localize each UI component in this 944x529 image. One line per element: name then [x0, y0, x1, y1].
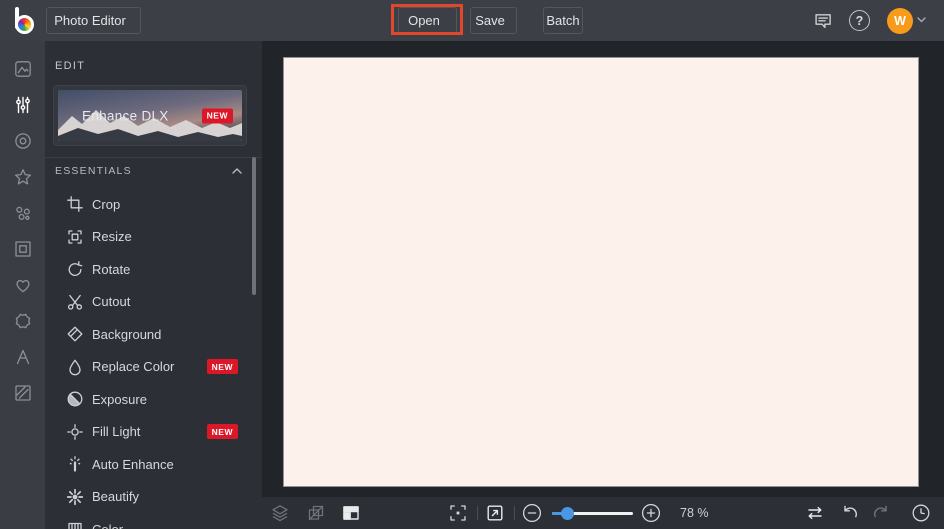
batch-button[interactable]: Batch: [543, 7, 583, 34]
toolbar-divider: [477, 506, 478, 520]
rail-text-icon[interactable]: [0, 339, 45, 375]
cutout-scissors-icon: [66, 293, 84, 311]
top-bar: Photo Editor Open Save Batch ? W: [0, 0, 944, 41]
avatar-chevron-down-icon[interactable]: [917, 17, 926, 23]
item-label: Background: [92, 326, 162, 342]
zoom-in-button[interactable]: [641, 503, 661, 523]
canvas-area: [262, 41, 944, 497]
menu-item-fill-light[interactable]: Fill Light NEW: [45, 416, 262, 449]
image-canvas[interactable]: [283, 57, 919, 487]
color-icon: [66, 520, 84, 529]
crop-icon: [66, 195, 84, 213]
rail-effects-icon[interactable]: [0, 159, 45, 195]
tool-rail: [0, 41, 45, 529]
fill-light-icon: [66, 423, 84, 441]
open-label: Open: [408, 13, 440, 28]
edit-panel: EDIT Enhance DLX NEW ESSENTIALS Crop Res…: [45, 41, 262, 529]
menu-item-rotate[interactable]: Rotate: [45, 253, 262, 286]
rail-textures-icon[interactable]: [0, 375, 45, 411]
app-menu-button[interactable]: Photo Editor: [46, 7, 141, 34]
rail-image-icon[interactable]: [0, 51, 45, 87]
replace-color-droplet-icon: [66, 358, 84, 376]
beautify-flower-icon: [66, 488, 84, 506]
avatar-initial: W: [894, 14, 906, 28]
app-menu-label: Photo Editor: [54, 13, 126, 28]
befunky-logo-icon[interactable]: [8, 5, 38, 36]
item-label: Resize: [92, 229, 132, 245]
photo-editor-app: Photo Editor Open Save Batch ? W EDIT En…: [0, 0, 944, 529]
item-label: Auto Enhance: [92, 456, 174, 472]
history-clock-icon[interactable]: [911, 503, 931, 523]
item-new-badge: NEW: [206, 424, 238, 440]
essentials-list: Crop Resize Rotate Cutout Background Rep…: [45, 188, 262, 529]
help-button[interactable]: ?: [849, 10, 870, 31]
merge-layers-icon[interactable]: [306, 503, 326, 523]
menu-item-replace-color[interactable]: Replace Color NEW: [45, 351, 262, 384]
zoom-level-value[interactable]: 78 %: [680, 497, 709, 529]
undo-icon[interactable]: [840, 503, 860, 523]
zoom-to-fit-icon[interactable]: [448, 503, 468, 523]
rotate-icon: [66, 260, 84, 278]
item-label: Cutout: [92, 294, 131, 310]
auto-enhance-wand-icon: [66, 455, 84, 473]
menu-item-auto-enhance[interactable]: Auto Enhance: [45, 448, 262, 481]
toolbar-divider: [514, 506, 515, 520]
item-new-badge: NEW: [206, 359, 238, 375]
template-layout-icon[interactable]: [341, 503, 361, 523]
banner-mountain-image: Enhance DLX NEW: [58, 90, 242, 141]
compare-icon[interactable]: [805, 503, 825, 523]
essentials-title: ESSENTIALS: [55, 165, 132, 177]
enhance-dlx-banner[interactable]: Enhance DLX NEW: [53, 85, 247, 146]
item-label: Fill Light: [92, 424, 141, 440]
menu-item-beautify[interactable]: Beautify: [45, 481, 262, 514]
background-icon: [66, 325, 84, 343]
open-button[interactable]: Open: [398, 7, 457, 34]
rail-artsy-icon[interactable]: [0, 195, 45, 231]
menu-item-background[interactable]: Background: [45, 318, 262, 351]
menu-item-cutout[interactable]: Cutout: [45, 286, 262, 319]
resize-icon: [66, 228, 84, 246]
feedback-chat-icon[interactable]: [810, 9, 834, 33]
panel-divider: [45, 157, 262, 158]
save-button[interactable]: Save: [470, 7, 517, 34]
item-label: Beautify: [92, 489, 139, 505]
banner-title: Enhance DLX: [82, 108, 169, 123]
menu-item-color[interactable]: Color: [45, 513, 262, 529]
item-label: Replace Color: [92, 359, 175, 375]
exposure-icon: [66, 390, 84, 408]
rail-frames-icon[interactable]: [0, 231, 45, 267]
item-label: Rotate: [92, 261, 131, 277]
bottom-toolbar: 78 %: [262, 497, 944, 529]
user-avatar[interactable]: W: [887, 8, 913, 34]
zoom-slider-handle[interactable]: [561, 506, 574, 520]
rail-graphics-icon[interactable]: [0, 303, 45, 339]
redo-icon[interactable]: [871, 503, 891, 523]
item-label: Crop: [92, 196, 121, 212]
item-label: Exposure: [92, 391, 147, 407]
chevron-up-icon: [232, 168, 242, 174]
essentials-section-header[interactable]: ESSENTIALS: [55, 165, 242, 177]
zoom-out-button[interactable]: [522, 503, 542, 523]
rail-touch-up-icon[interactable]: [0, 123, 45, 159]
item-label: Color: [92, 522, 123, 529]
menu-item-resize[interactable]: Resize: [45, 221, 262, 254]
fullscreen-icon[interactable]: [485, 503, 505, 523]
rail-overlays-icon[interactable]: [0, 267, 45, 303]
layers-icon[interactable]: [270, 503, 290, 523]
help-question-icon: ?: [855, 13, 864, 28]
batch-label: Batch: [546, 13, 580, 28]
rail-adjust-icon[interactable]: [0, 87, 45, 123]
panel-title: EDIT: [55, 60, 86, 72]
banner-new-badge: NEW: [201, 108, 233, 123]
menu-item-exposure[interactable]: Exposure: [45, 383, 262, 416]
save-label: Save: [475, 13, 505, 28]
panel-scrollbar[interactable]: [252, 157, 256, 295]
menu-item-crop[interactable]: Crop: [45, 188, 262, 221]
